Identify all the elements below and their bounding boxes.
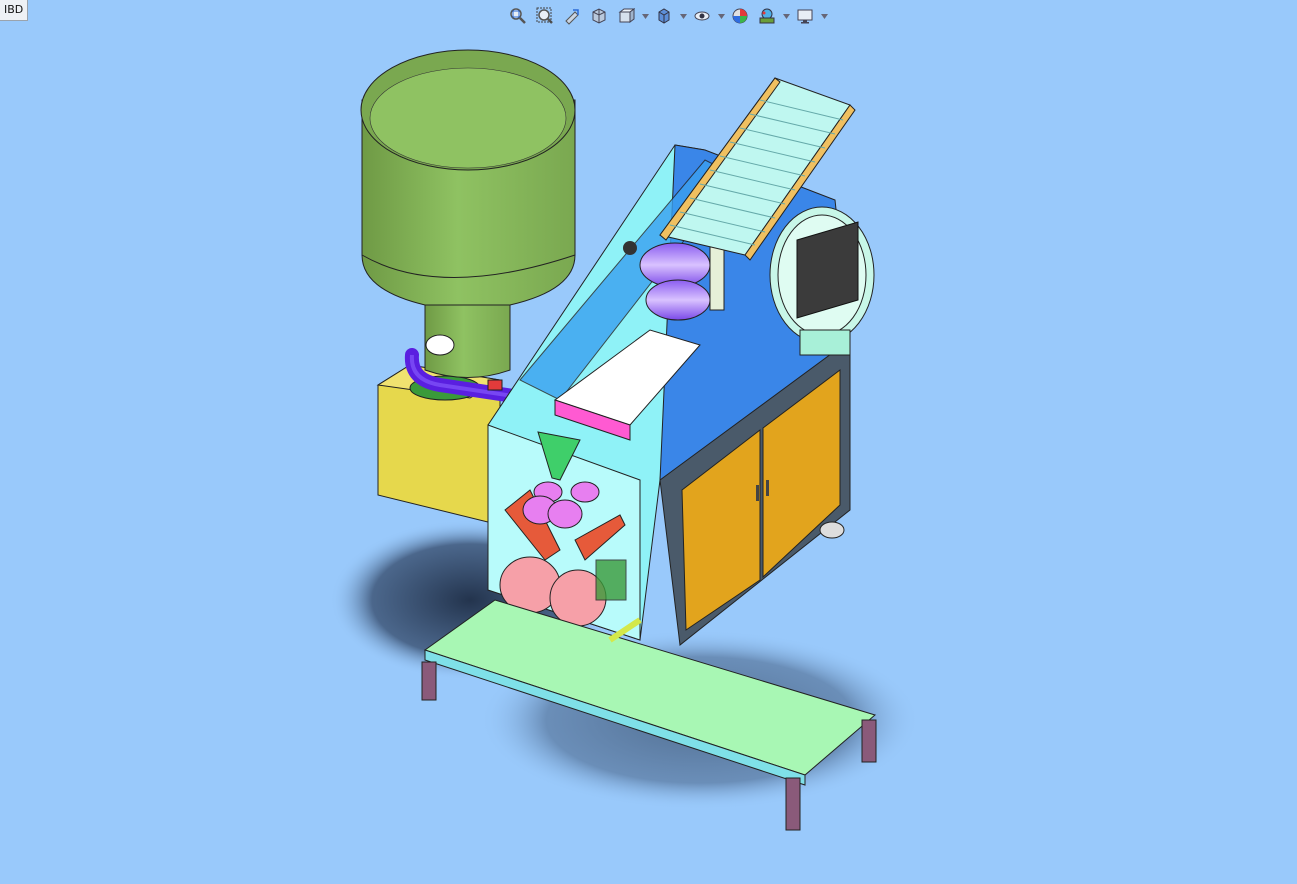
green-hopper xyxy=(360,49,576,378)
cad-model-viewport[interactable] xyxy=(0,0,1297,884)
